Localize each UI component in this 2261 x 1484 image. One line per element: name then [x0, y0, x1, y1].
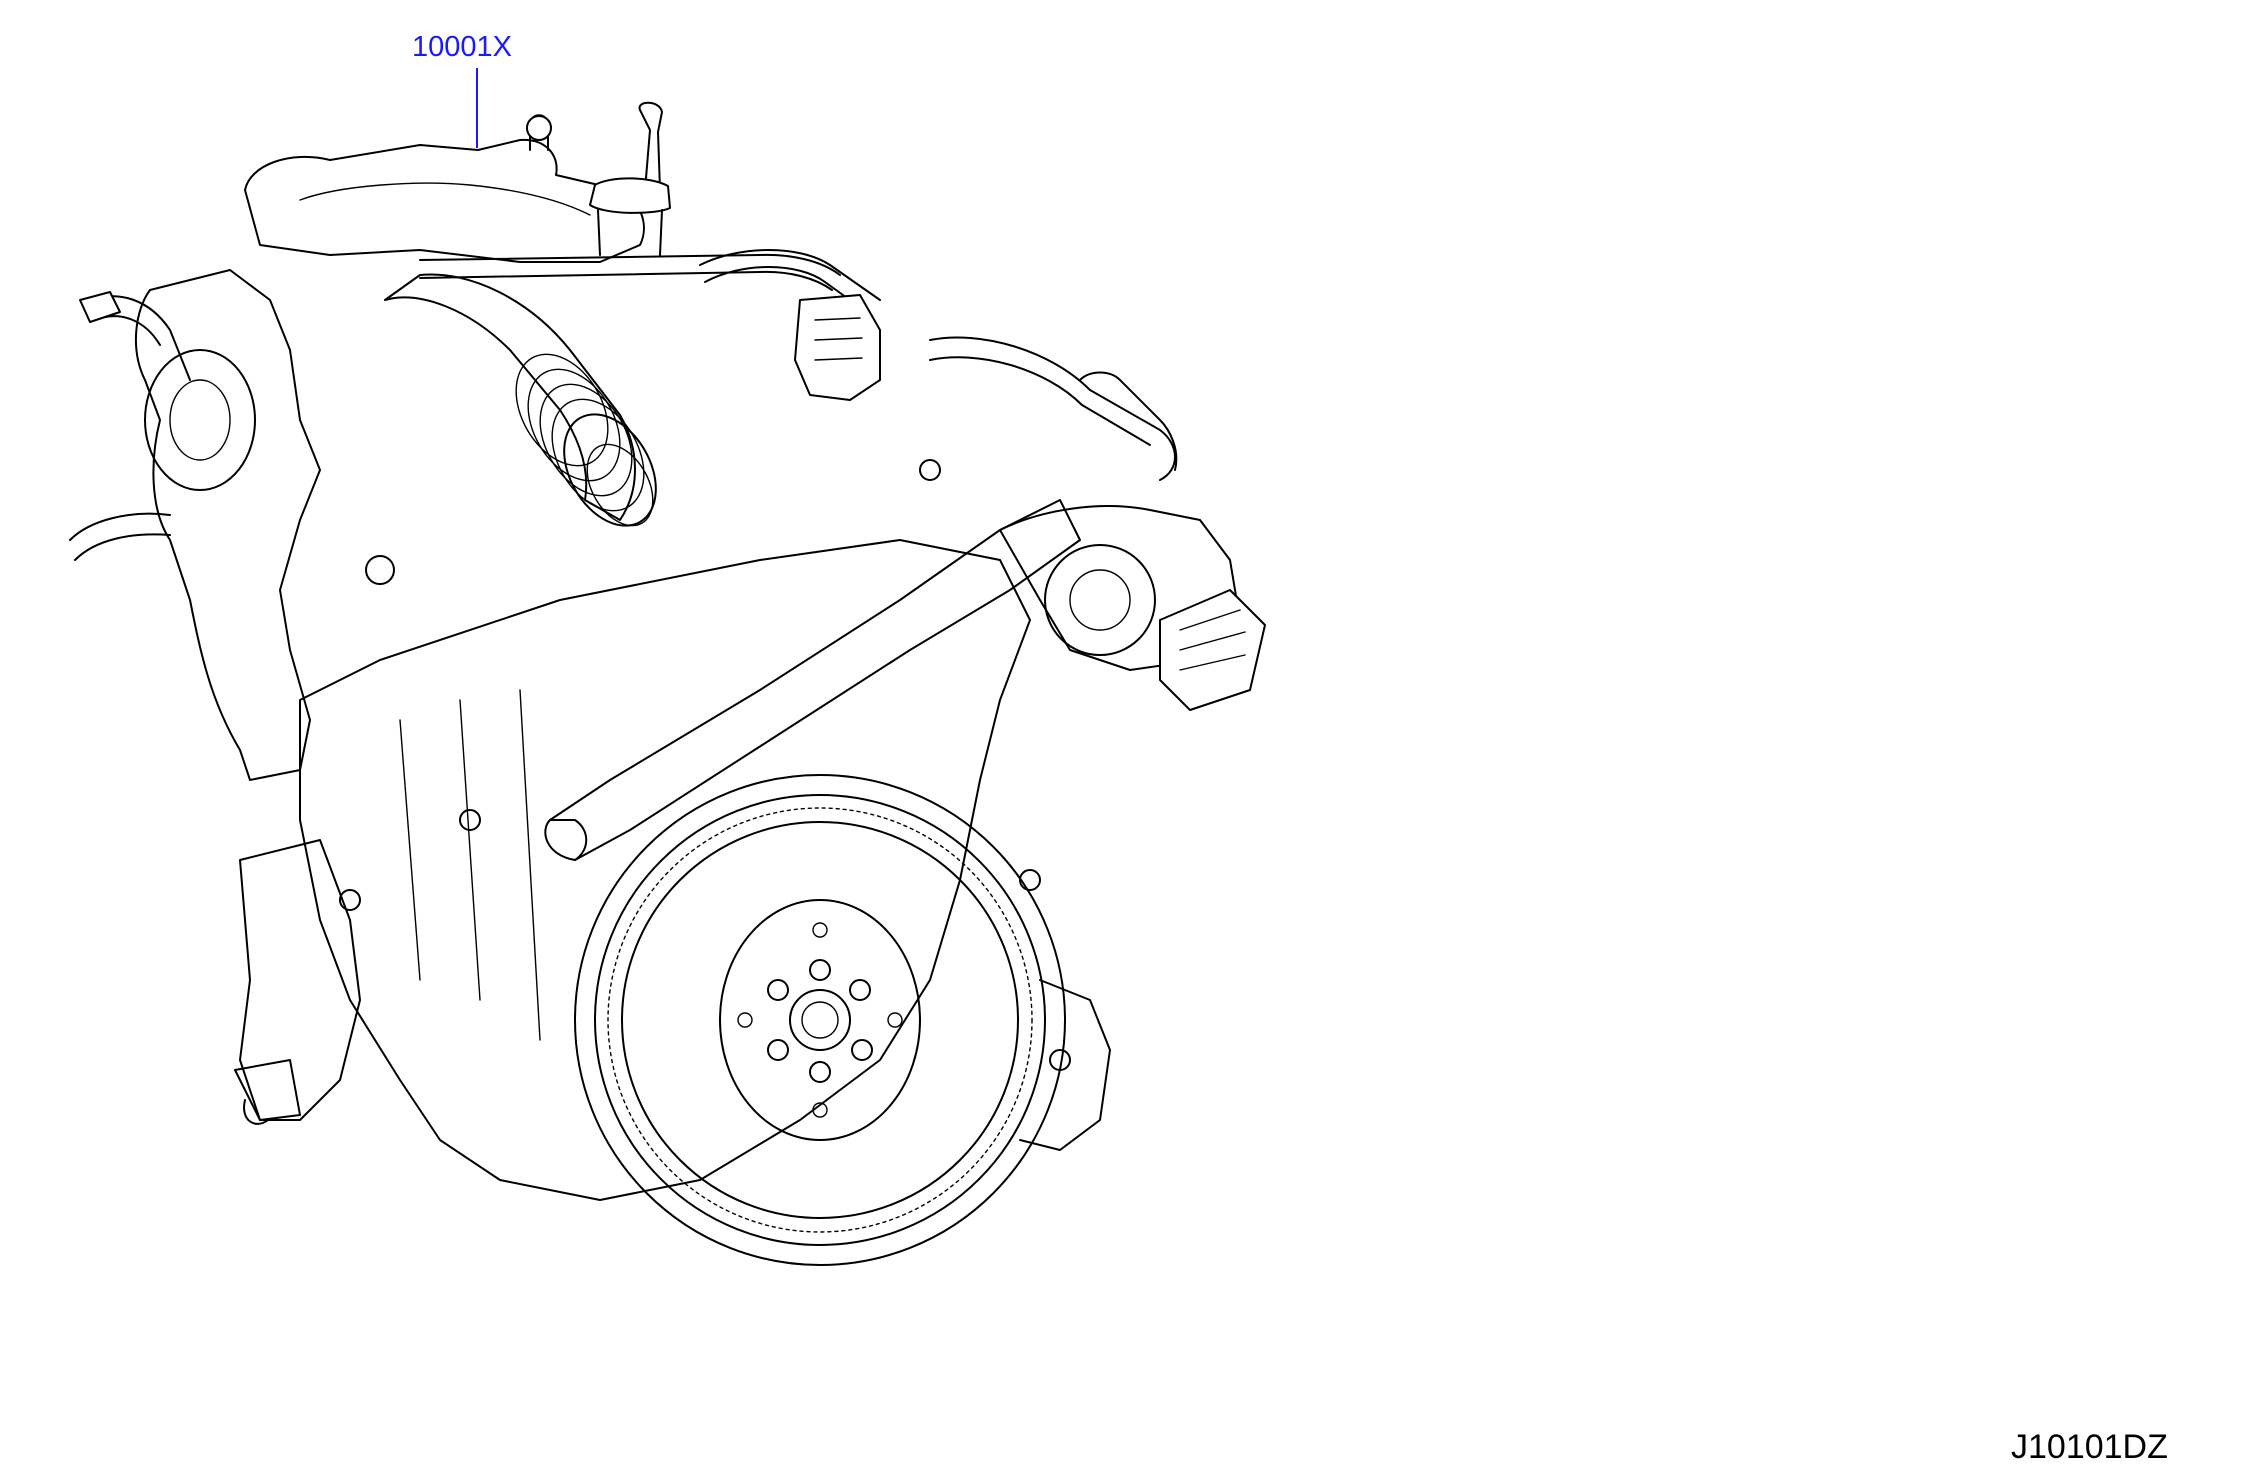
bolt	[365, 555, 395, 585]
oil-filler-cap	[589, 177, 671, 214]
vacuum-pipe	[1079, 371, 1178, 471]
part-number-label[interactable]: 10001X	[412, 31, 512, 63]
block-rib	[399, 689, 541, 1041]
sensor-disk-inner	[1069, 569, 1131, 631]
engine-block	[299, 539, 1031, 1201]
engine-assembly-diagram: 10001X J10101DZ	[69, 31, 2168, 1466]
bolt	[1019, 869, 1041, 891]
bolt	[459, 809, 481, 831]
mount-bracket	[234, 1059, 301, 1125]
throttle-body	[794, 294, 881, 401]
turbo-inlet	[169, 379, 231, 461]
head-cover-inner	[299, 182, 591, 216]
oil-dipstick	[638, 101, 663, 191]
bolt	[919, 459, 941, 481]
sensor-disk-right	[1044, 544, 1156, 656]
intake-bellows	[515, 353, 657, 527]
turbo-housing	[144, 349, 256, 491]
intake-runner-end	[544, 819, 588, 861]
flywheel-hub	[789, 989, 851, 1051]
head-cover	[244, 138, 645, 263]
connector-block	[1159, 589, 1266, 711]
callout-10001x[interactable]: 10001X	[412, 31, 512, 148]
breather-hose-right	[929, 336, 1176, 481]
intake-runner	[549, 499, 1081, 861]
lifting-eye-top	[526, 115, 552, 141]
turbocharger-left	[134, 269, 321, 781]
exhaust-pipe-left	[69, 512, 171, 561]
flywheel	[574, 774, 1066, 1266]
engine-illustration	[69, 101, 1266, 1266]
intake-duct	[384, 273, 636, 521]
figure-code: J10101DZ	[2011, 1428, 2168, 1466]
